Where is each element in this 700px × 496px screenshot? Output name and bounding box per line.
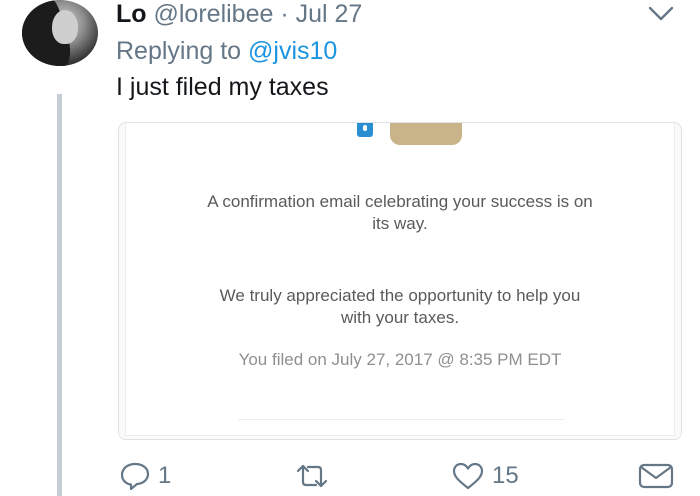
user-handle[interactable]: @lorelibee — [154, 0, 274, 28]
separator-dot: · — [280, 0, 289, 28]
heart-icon — [452, 462, 484, 490]
appreciation-message: We truly appreciated the opportunity to … — [126, 285, 674, 329]
replying-to-mention[interactable]: @jvis10 — [248, 37, 337, 65]
reply-count: 1 — [158, 462, 172, 489]
action-bar: 1 15 — [0, 456, 700, 496]
retweet-button[interactable] — [294, 456, 330, 496]
replying-to: Replying to @jvis10 — [116, 36, 337, 66]
direct-message-button[interactable] — [638, 456, 674, 496]
screenshot-card: A confirmation email celebrating your su… — [125, 123, 675, 436]
appreciation-line-1: We truly appreciated the opportunity to … — [219, 286, 581, 305]
avatar-face — [52, 10, 78, 44]
chevron-down-icon[interactable] — [648, 6, 674, 22]
appreciation-line-2: with your taxes. — [340, 308, 460, 327]
media-attachment[interactable]: A confirmation email celebrating your su… — [118, 122, 682, 440]
tweet-text: I just filed my taxes — [116, 73, 329, 101]
card-divider — [238, 419, 564, 420]
retweet-icon — [296, 464, 328, 488]
thread-line — [57, 94, 62, 496]
avatar[interactable] — [22, 0, 98, 66]
filed-timestamp: You filed on July 27, 2017 @ 8:35 PM EDT — [238, 350, 562, 369]
tweet-header: Lo @lorelibee · Jul 27 — [116, 0, 362, 28]
like-count: 15 — [492, 462, 519, 489]
replying-to-label: Replying to — [116, 37, 242, 65]
blue-app-icon — [357, 123, 373, 137]
tan-illustration-icon — [390, 123, 462, 145]
display-name[interactable]: Lo — [116, 0, 147, 28]
tweet-date[interactable]: Jul 27 — [296, 0, 363, 28]
like-button[interactable]: 15 — [452, 456, 519, 496]
confirmation-message: A confirmation email celebrating your su… — [126, 191, 674, 235]
envelope-icon — [638, 463, 674, 489]
confirmation-line-2: its way. — [372, 214, 428, 233]
reply-button[interactable]: 1 — [120, 456, 171, 496]
reply-icon — [120, 462, 150, 490]
confirmation-line-1: A confirmation email celebrating your su… — [207, 192, 593, 211]
